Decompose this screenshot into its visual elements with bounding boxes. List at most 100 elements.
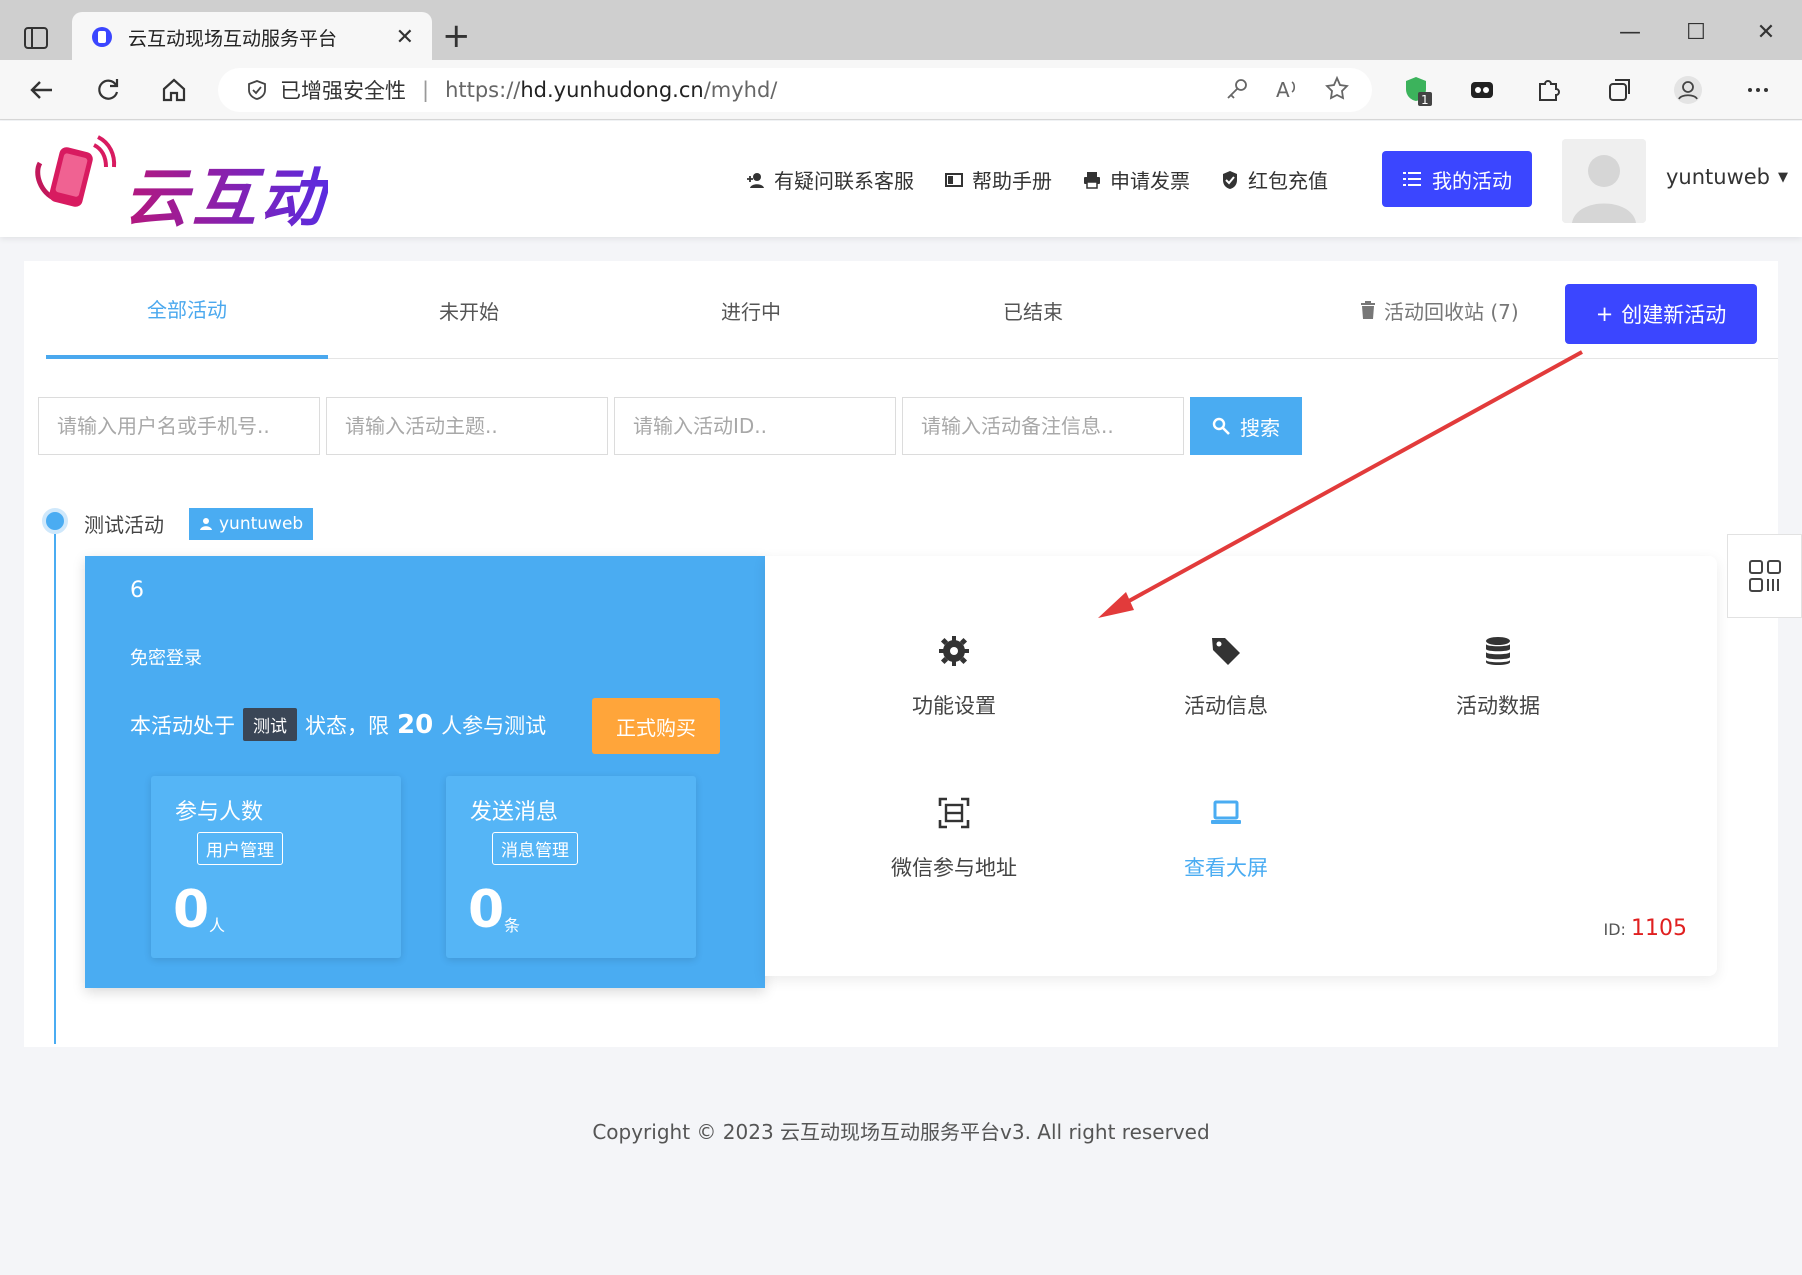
tab-actions-icon[interactable] [18,20,54,56]
url-host: hd.yunhudong.cn [520,78,704,102]
function-wechat-url[interactable]: 微信参与地址 [854,796,1054,882]
search-icon [1212,417,1230,435]
status-prefix: 本活动处于 [130,713,235,738]
caret-down-icon: ▼ [1778,169,1789,185]
activity-panel: 全部活动 未开始 进行中 已结束 活动回收站 (7) + 创建新活动 搜索 测试… [24,261,1778,1047]
shield-icon [248,80,266,100]
create-activity-button[interactable]: + 创建新活动 [1565,284,1757,344]
nav-help-label: 帮助手册 [972,169,1052,193]
shield-check-icon [1223,170,1237,189]
id-search-input[interactable] [614,397,896,455]
message-management-button[interactable]: 消息管理 [492,832,578,865]
list-icon [1403,172,1421,186]
trash-icon [1361,301,1375,319]
user-menu[interactable]: yuntuweb ▼ [1666,165,1788,189]
nav-help-manual[interactable]: 帮助手册 [944,165,1052,194]
qr-code-float-button[interactable] [1727,534,1802,618]
function-info[interactable]: 活动信息 [1126,634,1326,720]
activity-name[interactable]: 测试活动 [84,509,164,538]
tab-in-progress[interactable]: 进行中 [610,261,892,359]
tag-icon [1212,638,1240,665]
header-nav: 有疑问联系客服 帮助手册 申请发票 红包充值 [746,165,1328,194]
function-big-screen[interactable]: 查看大屏 [1126,796,1326,882]
function-settings[interactable]: 功能设置 [854,634,1054,720]
url-path: /myhd/ [703,78,778,102]
nav-contact-support[interactable]: 有疑问联系客服 [746,165,914,194]
browser-tab[interactable]: 云互动现场互动服务平台 ✕ [72,12,432,62]
participants-count: 0 [173,880,210,940]
function-data[interactable]: 活动数据 [1398,634,1598,720]
function-info-label: 活动信息 [1184,694,1268,718]
key-icon[interactable] [1222,74,1252,104]
extension-game-icon[interactable] [1464,72,1500,108]
address-bar[interactable]: 已增强安全性 | https:// hd.yunhudong.cn /myhd/… [218,68,1372,112]
tab-all-activities[interactable]: 全部活动 [46,261,328,359]
back-icon[interactable] [24,72,60,108]
recycle-bin-label: 活动回收站 (7) [1384,299,1519,324]
plus-icon: + [1595,302,1614,326]
nav-invoice[interactable]: 申请发票 [1082,165,1190,194]
participants-stat: 参与人数 用户管理 0 人 [151,776,401,958]
new-tab-icon[interactable]: + [442,18,471,54]
activity-summary-card: 6 免密登录 本活动处于 测试 状态，限 20 人参与测试 正式购买 参与人数 … [85,556,765,988]
site-header: 云互动 有疑问联系客服 帮助手册 申请发票 红包充值 我的活动 yuntuweb… [0,121,1802,237]
messages-title: 发送消息 [470,800,559,825]
search-button[interactable]: 搜索 [1190,397,1302,455]
timeline-dot [42,508,68,534]
status-mid: 状态，限 [305,713,389,738]
buy-button[interactable]: 正式购买 [592,698,720,754]
activity-functions-card: 功能设置 活动信息 活动数据 微信参与地址 查看大屏 ID: 1105 [765,556,1717,976]
avatar[interactable] [1562,139,1646,223]
status-badge: 测试 [243,708,297,741]
home-icon[interactable] [156,72,192,108]
maximize-icon[interactable]: ☐ [1676,14,1716,50]
browser-toolbar: 已增强安全性 | https:// hd.yunhudong.cn /myhd/… [0,60,1802,120]
activity-id: ID: 1105 [1603,916,1687,941]
svg-text:1: 1 [1421,93,1429,106]
default-user-icon [1562,139,1646,223]
laptop-icon [1211,800,1241,824]
read-aloud-icon[interactable]: A [1272,74,1302,104]
user-search-input[interactable] [38,397,320,455]
owner-tag: yuntuweb [189,508,314,540]
window-close-icon[interactable]: ✕ [1746,14,1786,50]
user-management-button[interactable]: 用户管理 [197,832,283,865]
close-tab-icon[interactable]: ✕ [396,25,414,50]
messages-unit: 条 [504,916,521,935]
messages-stat: 发送消息 消息管理 0 条 [446,776,696,958]
profile-icon[interactable] [1670,72,1706,108]
activity-tabs: 全部活动 未开始 进行中 已结束 活动回收站 (7) + 创建新活动 [46,261,1778,359]
book-icon [945,172,963,187]
extension-shield-icon[interactable]: 1 [1400,72,1436,108]
favorite-star-icon[interactable] [1322,74,1352,104]
messages-count: 0 [468,880,505,940]
tab-ended[interactable]: 已结束 [892,261,1174,359]
my-activity-button[interactable]: 我的活动 [1382,151,1532,207]
minimize-icon[interactable]: — [1610,14,1650,50]
collections-icon[interactable] [1602,72,1638,108]
scan-icon [938,797,970,829]
tab-not-started[interactable]: 未开始 [328,261,610,359]
recycle-bin-link[interactable]: 活动回收站 (7) [1360,261,1519,359]
activity-id-label: ID: [1603,920,1626,939]
login-mode: 免密登录 [130,648,202,669]
extensions-puzzle-icon[interactable] [1530,72,1566,108]
note-search-input[interactable] [902,397,1184,455]
user-plus-icon [747,172,764,188]
more-menu-icon[interactable] [1740,72,1776,108]
nav-recharge[interactable]: 红包充值 [1220,165,1328,194]
activity-status-line: 本活动处于 测试 状态，限 20 人参与测试 [130,708,546,741]
nav-recharge-label: 红包充值 [1248,169,1328,193]
participants-title: 参与人数 [175,800,264,825]
function-data-label: 活动数据 [1456,694,1540,718]
gear-icon [939,636,969,666]
svg-text:A: A [1276,78,1290,102]
nav-invoice-label: 申请发票 [1110,169,1190,193]
printer-icon [1084,171,1100,189]
browser-tab-strip: 云互动现场互动服务平台 ✕ + — ☐ ✕ [0,0,1802,62]
function-settings-label: 功能设置 [912,694,996,718]
site-logo[interactable]: 云互动 [32,133,352,236]
topic-search-input[interactable] [326,397,608,455]
function-screen-label: 查看大屏 [1184,856,1268,880]
refresh-icon[interactable] [90,72,126,108]
